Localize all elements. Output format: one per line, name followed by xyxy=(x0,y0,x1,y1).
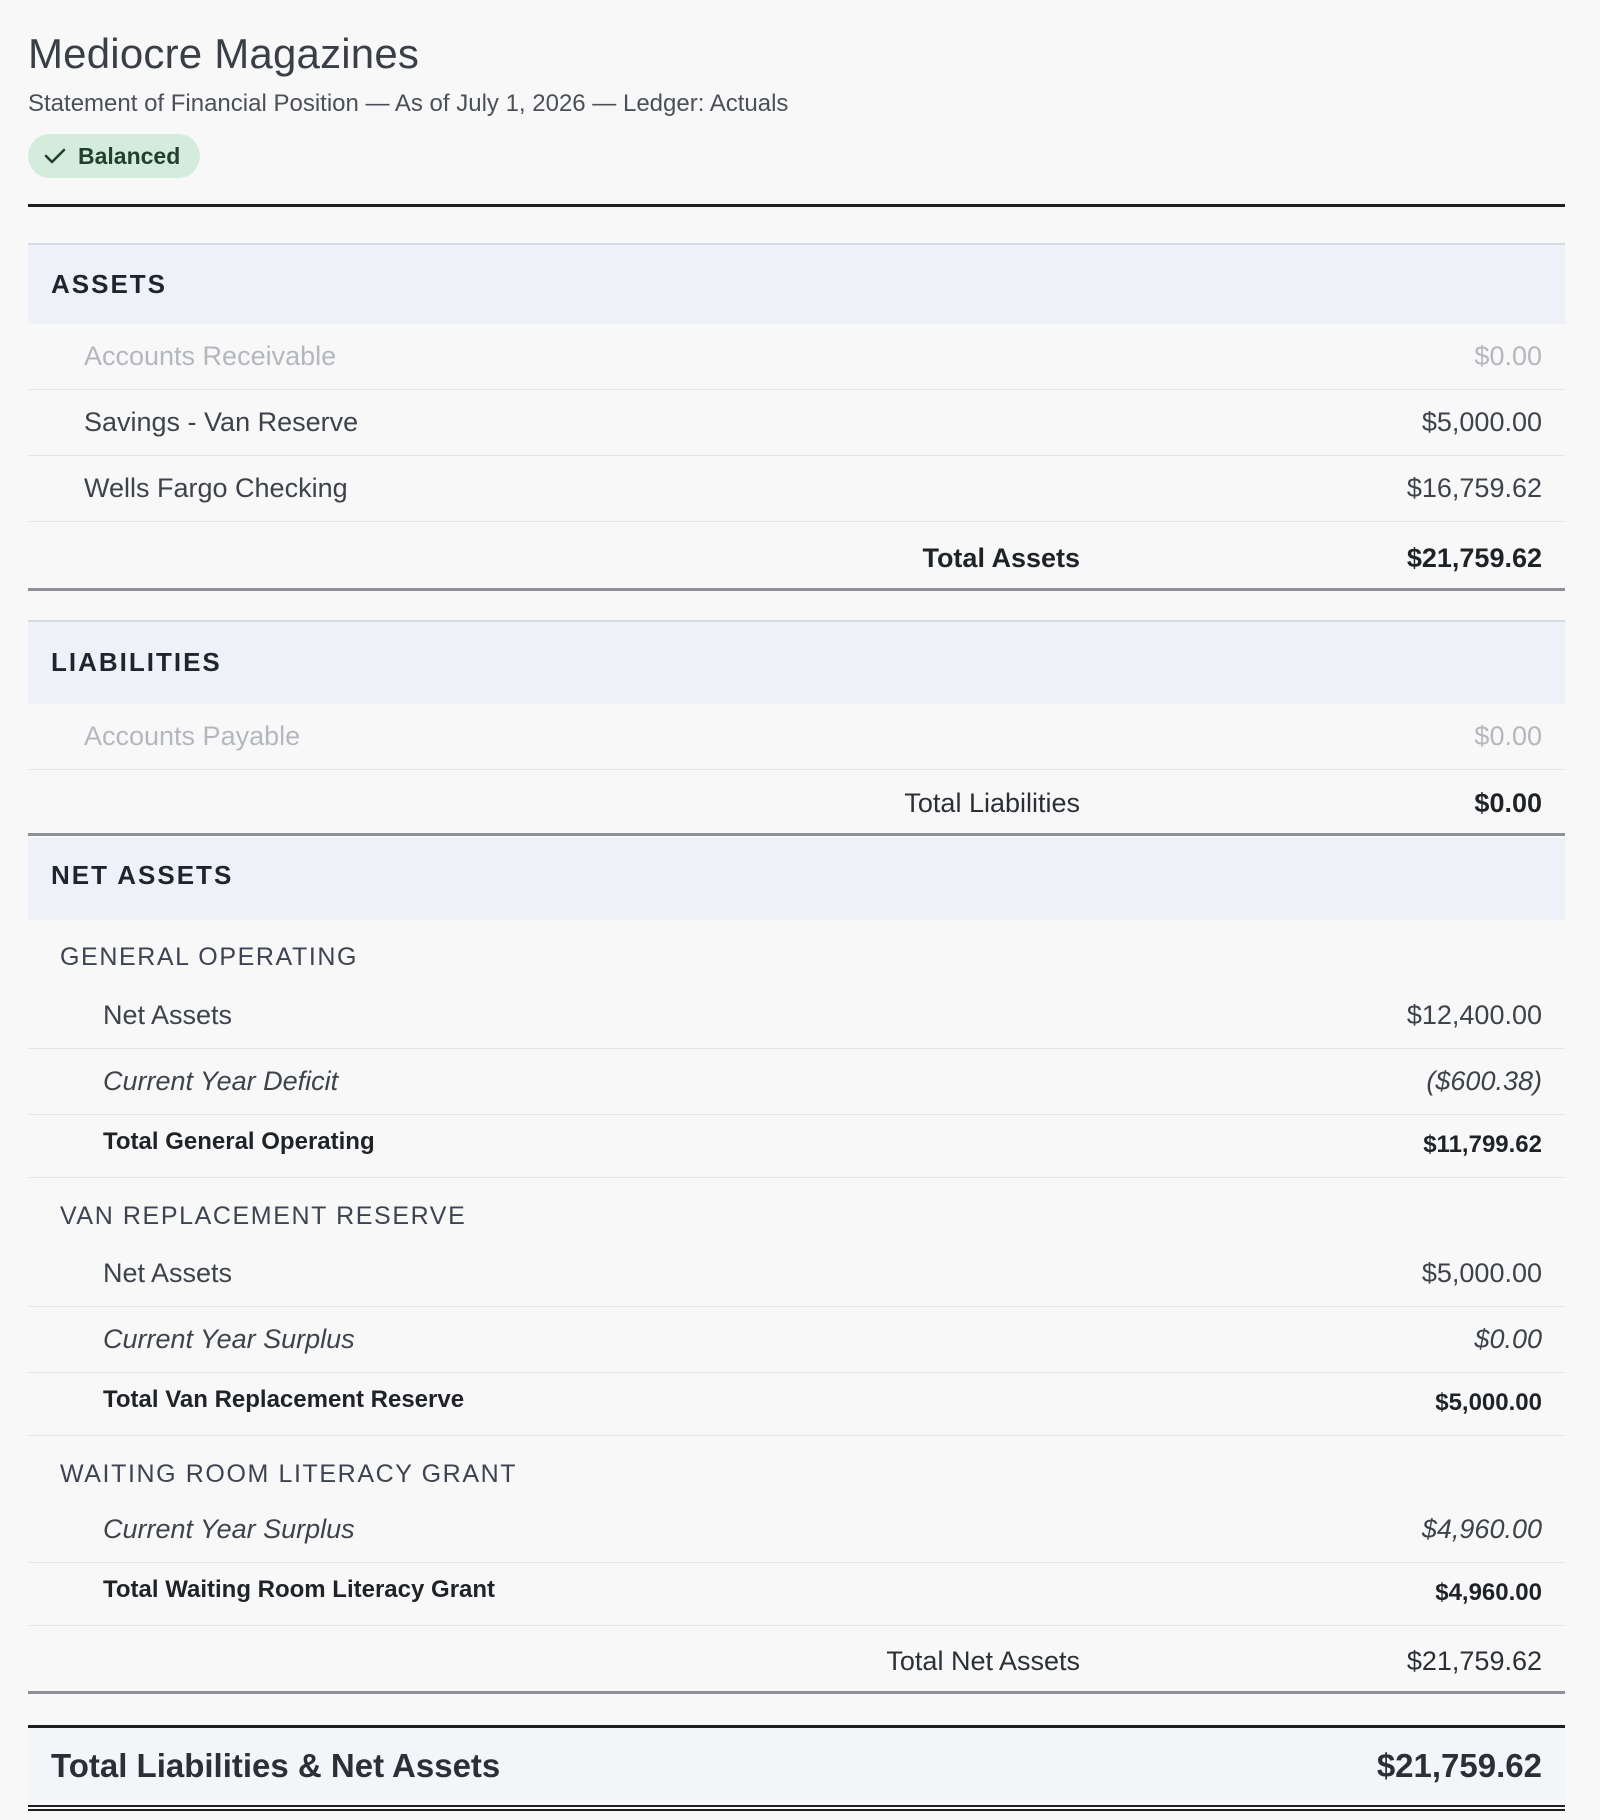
account-row[interactable]: Accounts Receivable $0.00 xyxy=(28,324,1565,390)
account-amount: $4,960.00 xyxy=(1421,1514,1542,1544)
account-row[interactable]: Savings - Van Reserve $5,000.00 xyxy=(28,390,1565,456)
account-row[interactable]: Net Assets $12,400.00 xyxy=(28,983,1565,1049)
header-divider xyxy=(28,204,1565,207)
total-assets-label: Total Assets xyxy=(922,543,1080,573)
grand-total-row: Total Liabilities & Net Assets $21,759.6… xyxy=(28,1725,1565,1811)
total-net-assets-amount: $21,759.62 xyxy=(1406,1646,1542,1676)
account-amount: $5,000.00 xyxy=(1421,407,1542,437)
fund-subtotal-amount: $11,799.62 xyxy=(1423,1131,1542,1158)
fund-subtotal-row: Total Van Replacement Reserve $5,000.00 xyxy=(28,1373,1565,1436)
report-page: Mediocre Magazines Statement of Financia… xyxy=(0,0,1600,1820)
grand-total-amount: $21,759.62 xyxy=(1376,1747,1542,1784)
account-label: Accounts Receivable xyxy=(84,341,337,371)
account-label: Net Assets xyxy=(103,1000,233,1030)
assets-section-header: ASSETS xyxy=(28,243,1565,324)
account-amount: $0.00 xyxy=(1474,721,1542,751)
account-row[interactable]: Current Year Surplus $4,960.00 xyxy=(28,1497,1565,1563)
fund-subtotal-amount: $5,000.00 xyxy=(1435,1389,1542,1416)
account-amount: $12,400.00 xyxy=(1406,1000,1542,1030)
account-row[interactable]: Accounts Payable $0.00 xyxy=(28,704,1565,770)
total-net-assets-row: Total Net Assets $21,759.62 xyxy=(28,1628,1565,1694)
assets-heading: ASSETS xyxy=(51,269,168,299)
fund-heading: GENERAL OPERATING xyxy=(60,943,359,971)
total-assets-row: Total Assets $21,759.62 xyxy=(28,525,1565,591)
account-row[interactable]: Current Year Deficit ($600.38) xyxy=(28,1049,1565,1115)
fund-subtotal-label: Total Waiting Room Literacy Grant xyxy=(103,1576,496,1603)
account-label: Current Year Surplus xyxy=(103,1324,355,1354)
total-liabilities-amount: $0.00 xyxy=(1474,788,1542,818)
fund-subtotal-row: Total Waiting Room Literacy Grant $4,960… xyxy=(28,1563,1565,1626)
fund-heading: VAN REPLACEMENT RESERVE xyxy=(60,1202,467,1230)
company-title: Mediocre Magazines xyxy=(28,30,420,77)
account-label: Wells Fargo Checking xyxy=(84,473,348,503)
account-label: Savings - Van Reserve xyxy=(84,407,359,437)
report-subtitle: Statement of Financial Position — As of … xyxy=(28,90,789,117)
total-liabilities-row: Total Liabilities $0.00 xyxy=(28,770,1565,836)
fund-subtotal-row: Total General Operating $11,799.62 xyxy=(28,1115,1565,1178)
net-assets-section-header: NET ASSETS xyxy=(28,838,1565,920)
account-amount: $16,759.62 xyxy=(1406,473,1542,503)
account-label: Current Year Surplus xyxy=(103,1514,355,1544)
fund-heading: WAITING ROOM LITERACY GRANT xyxy=(60,1460,518,1488)
account-label: Net Assets xyxy=(103,1258,233,1288)
account-amount: $0.00 xyxy=(1474,341,1542,371)
grand-total-label: Total Liabilities & Net Assets xyxy=(51,1747,501,1784)
status-badge: Balanced xyxy=(28,134,201,178)
account-label: Accounts Payable xyxy=(84,721,301,751)
account-row[interactable]: Net Assets $5,000.00 xyxy=(28,1241,1565,1307)
check-icon xyxy=(44,147,66,165)
account-label: Current Year Deficit xyxy=(103,1066,339,1096)
total-assets-amount: $21,759.62 xyxy=(1406,543,1542,573)
status-badge-label: Balanced xyxy=(78,142,181,169)
liabilities-section-header: LIABILITIES xyxy=(28,620,1565,704)
account-amount: ($600.38) xyxy=(1426,1066,1542,1096)
fund-subtotal-amount: $4,960.00 xyxy=(1435,1579,1542,1606)
net-assets-heading: NET ASSETS xyxy=(51,860,234,890)
account-row[interactable]: Current Year Surplus $0.00 xyxy=(28,1307,1565,1373)
total-net-assets-label: Total Net Assets xyxy=(886,1646,1080,1676)
account-row[interactable]: Wells Fargo Checking $16,759.62 xyxy=(28,456,1565,522)
fund-subtotal-label: Total General Operating xyxy=(103,1128,375,1155)
liabilities-heading: LIABILITIES xyxy=(51,647,222,677)
fund-subtotal-label: Total Van Replacement Reserve xyxy=(103,1386,465,1413)
account-amount: $5,000.00 xyxy=(1421,1258,1542,1288)
total-liabilities-label: Total Liabilities xyxy=(904,788,1080,818)
account-amount: $0.00 xyxy=(1474,1324,1542,1354)
